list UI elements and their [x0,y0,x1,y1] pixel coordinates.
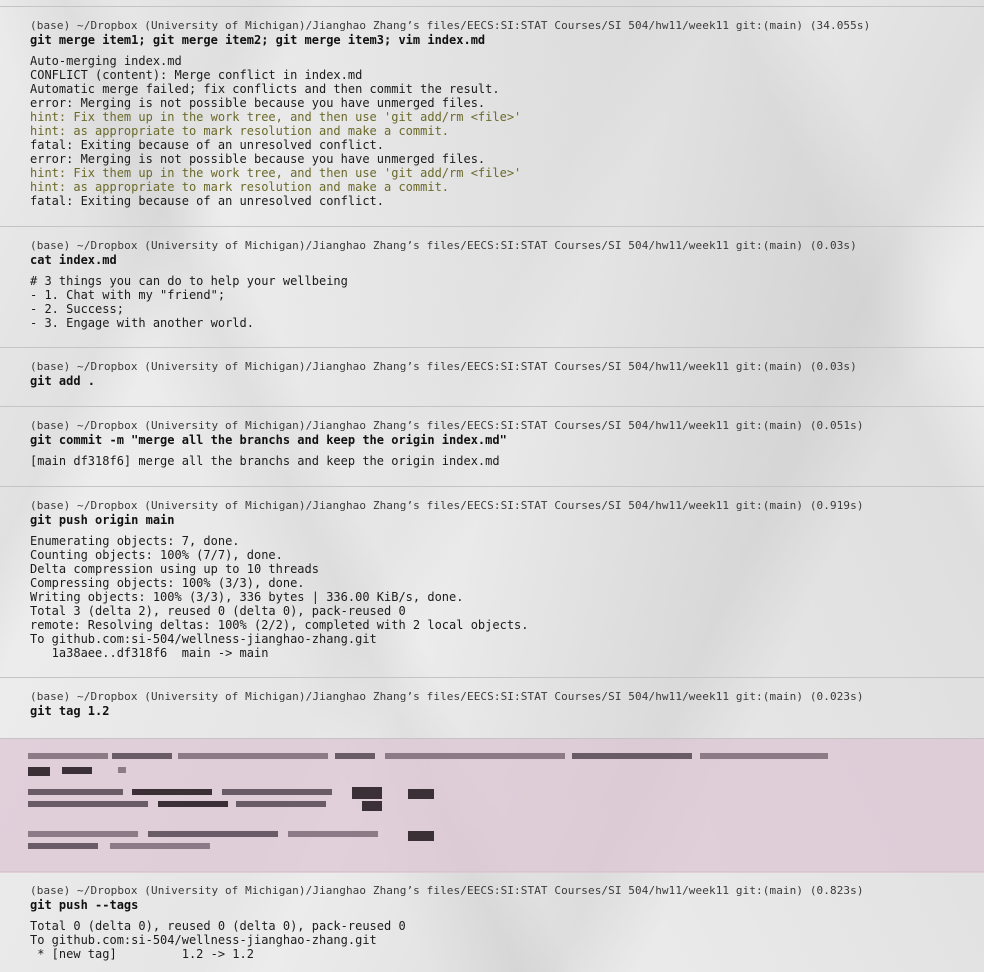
hint-line: hint: Fix them up in the work tree, and … [30,166,522,180]
output-line: * [new tag] 1.2 -> 1.2 [30,947,254,961]
output-line: fatal: Exiting because of an unresolved … [30,194,385,208]
output-line: Compressing objects: 100% (3/3), done. [30,576,305,590]
command-output: Total 0 (delta 0), reused 0 (delta 0), p… [30,919,984,961]
prompt-line: (base) ~/Dropbox (University of Michigan… [30,239,857,252]
command-text[interactable]: git push --tags [30,898,984,913]
command-block: (base) ~/Dropbox (University of Michigan… [0,226,984,330]
output-line: remote: Resolving deltas: 100% (2/2), co… [30,618,529,632]
command-text[interactable]: git commit -m "merge all the branchs and… [30,433,984,448]
command-block: (base) ~/Dropbox (University of Michigan… [0,347,984,389]
command-block: (base) ~/Dropbox (University of Michigan… [0,871,984,961]
prompt-line: (base) ~/Dropbox (University of Michigan… [30,884,864,897]
command-text[interactable]: git push origin main [30,513,984,528]
output-line: Total 3 (delta 2), reused 0 (delta 0), p… [30,604,406,618]
hint-line: hint: Fix them up in the work tree, and … [30,110,522,124]
output-line: error: Merging is not possible because y… [30,152,486,166]
output-line: Auto-merging index.md [30,54,182,68]
command-text[interactable]: cat index.md [30,253,984,268]
command-output: Auto-merging index.md CONFLICT (content):… [30,54,984,208]
command-output: Enumerating objects: 7, done. Counting ob… [30,534,984,660]
output-line: error: Merging is not possible because y… [30,96,486,110]
output-line: Enumerating objects: 7, done. [30,534,240,548]
output-line: To github.com:si-504/wellness-jianghao-z… [30,632,377,646]
hint-line: hint: as appropriate to mark resolution … [30,124,450,138]
command-block: (base) ~/Dropbox (University of Michigan… [0,406,984,468]
redacted-block [0,738,984,873]
output-line: CONFLICT (content): Merge conflict in in… [30,68,363,82]
command-block: (base) ~/Dropbox (University of Michigan… [0,677,984,719]
output-line: 1a38aee..df318f6 main -> main [30,646,269,660]
command-text[interactable]: git merge item1; git merge item2; git me… [30,33,984,48]
output-line: Writing objects: 100% (3/3), 336 bytes |… [30,590,464,604]
output-line: Delta compression using up to 10 threads [30,562,319,576]
output-line: Total 0 (delta 0), reused 0 (delta 0), p… [30,919,406,933]
output-line: Automatic merge failed; fix conflicts an… [30,82,500,96]
prompt-line: (base) ~/Dropbox (University of Michigan… [30,499,864,512]
output-line: - 2. Success; [30,302,124,316]
output-line: fatal: Exiting because of an unresolved … [30,138,385,152]
prompt-line: (base) ~/Dropbox (University of Michigan… [30,690,864,703]
prompt-line: (base) ~/Dropbox (University of Michigan… [30,419,864,432]
command-text[interactable]: git add . [30,374,984,389]
command-block: (base) ~/Dropbox (University of Michigan… [0,486,984,660]
command-output: # 3 things you can do to help your wellb… [30,274,984,330]
prompt-line: (base) ~/Dropbox (University of Michigan… [30,360,857,373]
output-line: # 3 things you can do to help your wellb… [30,274,348,288]
output-line: [main df318f6] merge all the branchs and… [30,454,500,468]
prompt-line: (base) ~/Dropbox (University of Michigan… [30,19,871,32]
hint-line: hint: as appropriate to mark resolution … [30,180,450,194]
command-text[interactable]: git tag 1.2 [30,704,984,719]
command-block: (base) ~/Dropbox (University of Michigan… [0,6,984,208]
output-line: - 1. Chat with my "friend"; [30,288,226,302]
command-output: [main df318f6] merge all the branchs and… [30,454,984,468]
output-line: To github.com:si-504/wellness-jianghao-z… [30,933,377,947]
output-line: - 3. Engage with another world. [30,316,254,330]
output-line: Counting objects: 100% (7/7), done. [30,548,283,562]
